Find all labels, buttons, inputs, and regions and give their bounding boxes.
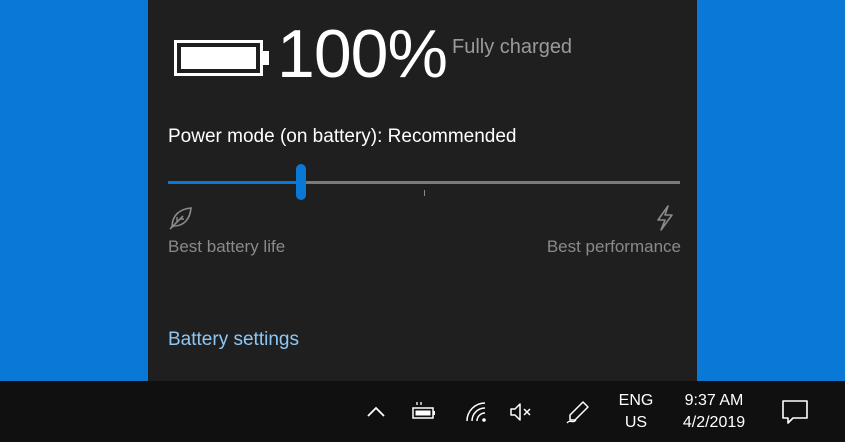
power-mode-slider[interactable]	[168, 162, 680, 202]
slider-fill	[168, 181, 302, 184]
battery-status: Fully charged	[452, 36, 573, 58]
pen-icon[interactable]	[565, 399, 591, 425]
lightning-bolt-icon	[657, 205, 673, 231]
action-center-icon[interactable]	[780, 397, 810, 427]
battery-settings-link[interactable]: Battery settings	[168, 329, 299, 351]
leaf-icon	[169, 207, 192, 230]
battery-flyout: 100% Fully charged Power mode (on batter…	[148, 0, 697, 381]
input-language-indicator[interactable]: ENG US	[614, 390, 658, 434]
best-battery-life-label: Best battery life	[168, 237, 286, 256]
taskbar: ENG US 9:37 AM 4/2/2019	[0, 381, 845, 442]
desktop: 100% Fully charged Power mode (on batter…	[0, 0, 845, 442]
volume-muted-icon[interactable]	[508, 399, 534, 425]
battery-summary: 100% Fully charged	[172, 10, 672, 92]
battery-full-icon	[174, 40, 269, 76]
clock[interactable]: 9:37 AM 4/2/2019	[670, 390, 758, 434]
wifi-icon[interactable]	[463, 399, 489, 425]
clock-time: 9:37 AM	[684, 392, 744, 409]
slider-tick	[424, 190, 425, 196]
language-code: ENG	[618, 392, 654, 409]
region-code: US	[624, 414, 648, 431]
power-mode-label: Power mode (on battery): Recommended	[168, 126, 517, 147]
chevron-up-icon[interactable]	[363, 399, 389, 425]
battery-tray-icon[interactable]	[411, 399, 437, 425]
clock-date: 4/2/2019	[682, 414, 746, 431]
battery-percentage: 100%	[277, 16, 448, 92]
slider-thumb[interactable]	[296, 164, 307, 200]
best-performance-label: Best performance	[546, 237, 681, 256]
